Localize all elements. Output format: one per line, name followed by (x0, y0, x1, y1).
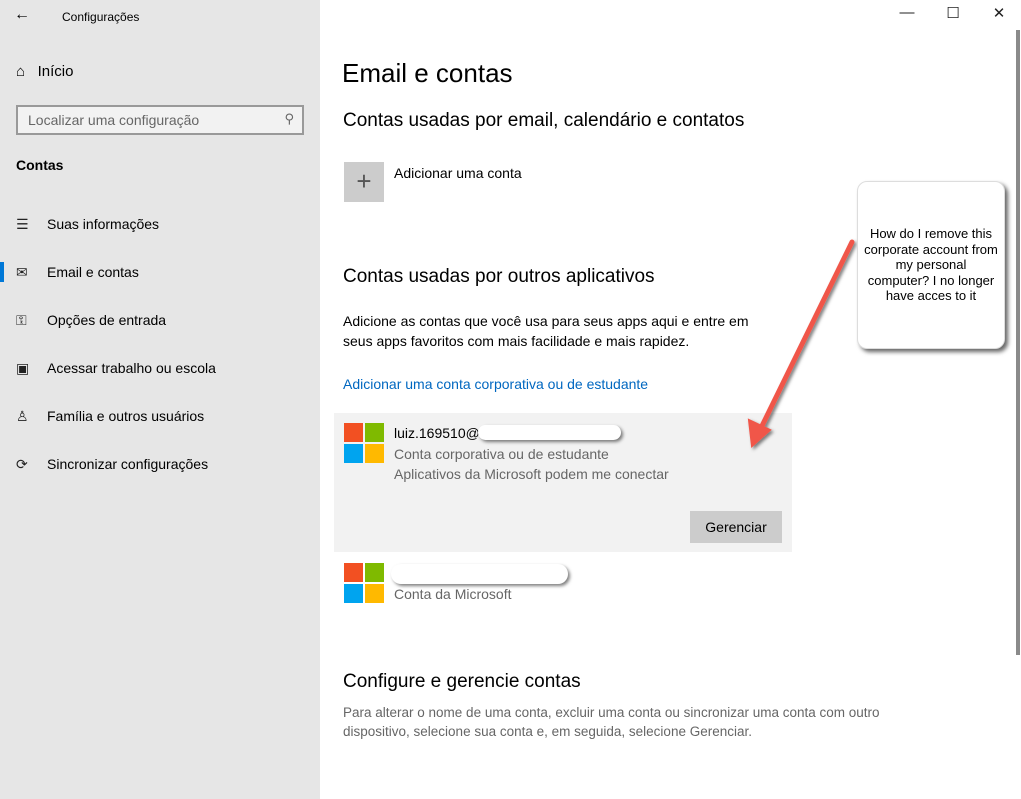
annotation-arrow (747, 239, 855, 449)
annotation-callout: How do I remove this corporate account f… (857, 181, 1005, 349)
scrollbar[interactable] (1016, 30, 1020, 655)
